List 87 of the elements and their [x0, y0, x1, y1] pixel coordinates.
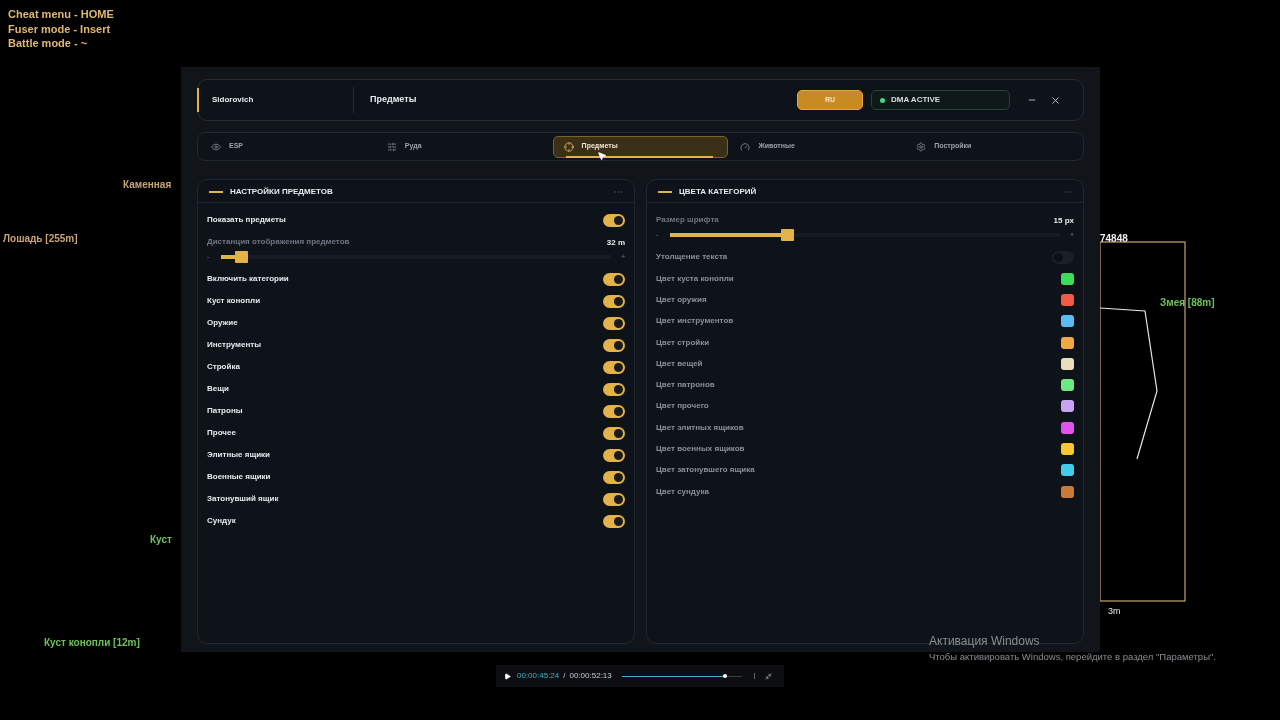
card-title: НАСТРОЙКИ ПРЕДМЕТОВ [230, 185, 334, 198]
color-swatch[interactable] [1061, 379, 1074, 392]
sliders-icon [386, 141, 397, 152]
gauge-icon [740, 141, 751, 152]
play-icon[interactable] [504, 672, 511, 680]
setting-label: Затонувший ящик [207, 493, 279, 505]
setting-label: Утолщение текста [656, 251, 728, 263]
setting-label: Цвет вещей [656, 357, 703, 370]
color-swatch[interactable] [1061, 443, 1074, 455]
setting-label: Цвет затонувшего ящика [656, 464, 755, 477]
gear-icon [916, 141, 927, 152]
esp-label: Каменная [123, 178, 172, 192]
setting-label: Цвет патронов [656, 379, 715, 392]
accent-dash [209, 190, 223, 193]
esp-label: Куст [150, 533, 172, 547]
color-swatch[interactable] [1061, 336, 1074, 349]
slider-reading: 32 m [606, 237, 625, 249]
collapse-icon[interactable] [764, 672, 772, 680]
toggle-switch[interactable] [603, 294, 625, 308]
setting-label: Дистанция отображения предметов [207, 235, 350, 248]
accent-dash [658, 190, 672, 193]
toggle-switch[interactable] [603, 448, 625, 462]
setting-label: Цвет стройки [656, 336, 710, 349]
mouse-cursor-icon [597, 150, 607, 162]
setting-label: Показать предметы [207, 214, 286, 226]
eye-icon [211, 141, 221, 152]
toggle-switch[interactable] [603, 360, 625, 374]
activation-text: Чтобы активировать Windows, перейдите в раздел "Параметры". [929, 650, 1216, 664]
toggle-switch[interactable] [603, 272, 625, 286]
accent-bar [197, 88, 199, 112]
toggle-switch[interactable] [603, 338, 625, 352]
setting-label: Размер шрифта [656, 213, 719, 226]
toggle-switch[interactable] [603, 514, 625, 528]
esp-label: Куст конопли [12m] [44, 636, 140, 650]
setting-label: Включить категории [207, 273, 289, 285]
toggle-switch[interactable] [603, 382, 625, 396]
hotkey-hint: Battle mode - ~ [8, 36, 89, 51]
toggle-switch[interactable] [603, 426, 625, 440]
progress-thumb[interactable] [722, 674, 727, 678]
setting-label: Вещи [207, 383, 229, 395]
current-time: 00:00:45:24 [517, 670, 560, 682]
setting-label: Элитные ящики [207, 449, 270, 461]
close-icon[interactable] [1050, 94, 1061, 106]
color-swatch[interactable] [1061, 464, 1074, 477]
slider-reading: 15 px [1053, 215, 1074, 227]
setting-label: Цвет куста конопли [656, 272, 734, 285]
setting-label: Стройка [207, 361, 240, 373]
crosshair-icon [563, 141, 574, 152]
color-swatch[interactable] [1061, 293, 1074, 306]
setting-label: Цвет сундука [656, 485, 709, 498]
setting-label: Куст конопли [207, 295, 261, 307]
color-swatch[interactable] [1061, 421, 1074, 434]
setting-label: Цвет оружия [656, 293, 707, 306]
status-text: DMA ACTIVE [891, 94, 941, 106]
hotkey-hint: Cheat menu - HOME [8, 7, 114, 22]
setting-label: Цвет прочего [656, 400, 709, 413]
toggle-switch[interactable] [603, 470, 625, 484]
toggle-switch[interactable] [603, 213, 625, 227]
color-swatch[interactable] [1061, 400, 1074, 413]
setting-label: Инструменты [207, 339, 262, 351]
setting-label: Оружие [207, 317, 238, 329]
esp-id-text: 74848 [1100, 232, 1128, 246]
total-time: 00:00:52:13 [569, 670, 612, 682]
toggle-switch[interactable] [603, 404, 625, 418]
color-swatch[interactable] [1061, 485, 1074, 498]
esp-distance: 3m [1108, 605, 1121, 618]
color-swatch[interactable] [1061, 315, 1074, 328]
setting-label: Сундук [207, 515, 236, 527]
brand-name: Sidorovich [212, 94, 255, 106]
activation-title: Активация Windows [929, 633, 1041, 650]
color-swatch[interactable] [1061, 357, 1074, 370]
toggle-switch[interactable] [603, 492, 625, 506]
card-title: ЦВЕТА КАТЕГОРИЙ [679, 185, 758, 198]
setting-label: Военные ящики [207, 471, 271, 483]
color-swatch[interactable] [1061, 272, 1074, 285]
section-title: Предметы [370, 93, 418, 107]
setting-label: Патроны [207, 405, 243, 417]
setting-label: Цвет военных ящиков [656, 443, 745, 455]
hotkey-hint: Fuser mode - Insert [8, 21, 112, 36]
slider-thumb[interactable] [234, 251, 248, 263]
esp-label: Лошадь [255m] [3, 232, 78, 246]
toggle-switch[interactable] [603, 316, 625, 330]
setting-label: Цвет инструментов [656, 315, 734, 328]
setting-label: Цвет элитных ящиков [656, 421, 744, 434]
setting-label: Прочее [207, 427, 236, 439]
slider-thumb[interactable] [781, 229, 794, 241]
time-separator: / [563, 670, 566, 682]
